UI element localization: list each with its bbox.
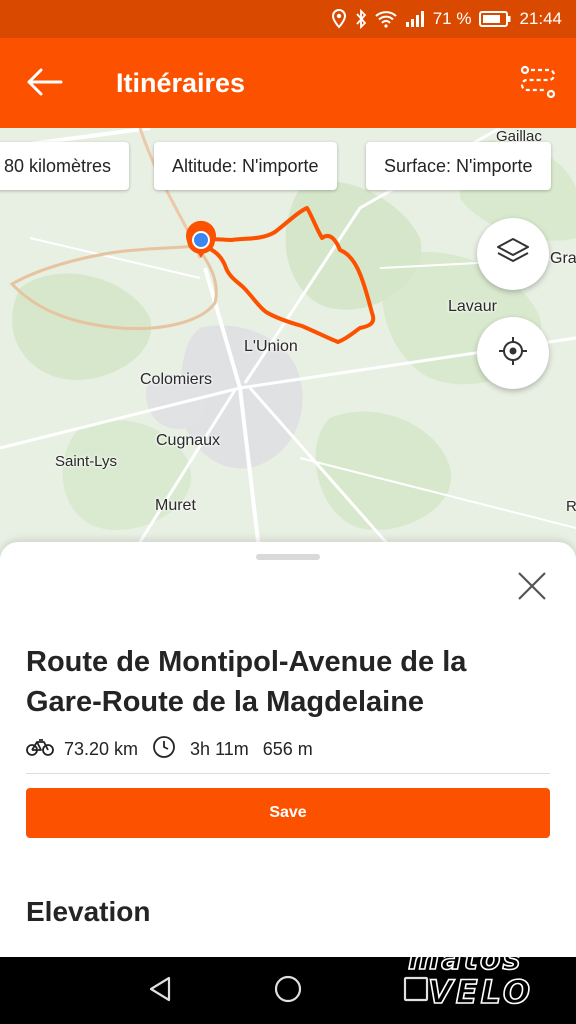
nav-back-button[interactable] — [140, 971, 180, 1011]
status-icons: 71 % 21:44 — [331, 0, 562, 38]
signal-icon — [405, 10, 425, 28]
map-label-r: R — [566, 498, 576, 515]
bike-icon — [26, 737, 54, 762]
battery-percent: 71 % — [432, 9, 472, 28]
map-layers-button[interactable] — [477, 218, 549, 290]
bluetooth-icon — [355, 9, 367, 29]
route-duration: 3h 11m — [190, 738, 249, 759]
map-label-muret: Muret — [155, 497, 196, 514]
sheet-drag-handle[interactable] — [256, 554, 320, 560]
arrow-left-icon — [25, 67, 63, 102]
triangle-back-icon — [147, 975, 173, 1008]
battery-icon — [479, 10, 511, 28]
wifi-icon — [375, 10, 397, 28]
status-bar: 71 % 21:44 — [0, 0, 576, 38]
close-icon — [517, 571, 547, 606]
map-label-lavaur: Lavaur — [448, 298, 497, 315]
app-bar: Itinéraires — [0, 38, 576, 128]
filter-altitude-chip[interactable]: Altitude: N'importe — [154, 142, 337, 190]
svg-text:matos: matos — [408, 942, 522, 977]
map-label-colomiers: Colomiers — [140, 371, 213, 388]
page-title: Itinéraires — [116, 68, 246, 98]
map-label-saint-lys: Saint-Lys — [55, 453, 117, 470]
clock: 21:44 — [519, 9, 562, 28]
elevation-heading: Elevation — [26, 896, 151, 927]
route-menu-button[interactable] — [516, 62, 560, 106]
layers-icon — [495, 236, 531, 273]
map-label-cugnaux: Cugnaux — [156, 432, 221, 449]
close-button[interactable] — [514, 570, 550, 606]
circle-home-icon — [273, 974, 303, 1009]
map-label-lunion: L'Union — [244, 338, 298, 355]
save-button[interactable]: Save — [26, 788, 550, 838]
map-label-gra: Gra — [550, 250, 576, 267]
route-distance: 73.20 km — [64, 738, 139, 759]
filter-surface-chip[interactable]: Surface: N'importe — [366, 142, 551, 190]
nav-home-button[interactable] — [268, 971, 308, 1011]
locate-me-button[interactable] — [477, 317, 549, 389]
filter-distance-chip[interactable]: 80 kilomètres — [0, 142, 130, 190]
svg-text:VELO: VELO — [428, 973, 533, 1009]
watermark-logo: matos VELO — [404, 937, 554, 1012]
crosshair-icon — [497, 335, 529, 372]
route-stats: 73.20 km 3h 11m 656 m — [26, 735, 313, 764]
map[interactable]: Gaillac Gra Lavaur L'Union Colomiers Cug… — [0, 128, 576, 558]
route-details-sheet: Route de Montipol-Avenue de la Gare-Rout… — [0, 542, 576, 957]
clock-icon — [152, 735, 176, 764]
route-title: Route de Montipol-Avenue de la Gare-Rout… — [26, 646, 467, 718]
location-icon — [331, 9, 347, 29]
divider — [26, 773, 550, 774]
route-elevation-gain: 656 m — [262, 738, 313, 759]
back-button[interactable] — [22, 62, 66, 106]
system-nav-bar: matos VELO — [0, 941, 576, 1024]
route-icon — [519, 65, 557, 104]
